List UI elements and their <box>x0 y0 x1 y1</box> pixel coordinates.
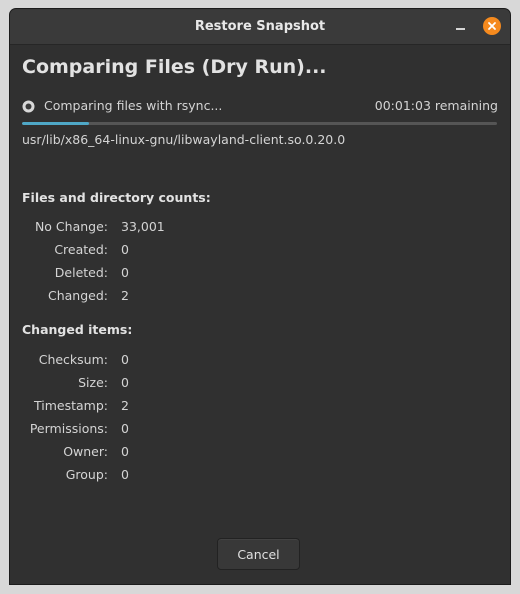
stat-label: Timestamp: <box>34 398 108 413</box>
stat-label: Permissions: <box>29 421 108 436</box>
stat-label: Created: <box>54 242 108 257</box>
changed-items-heading: Changed items: <box>22 322 133 337</box>
cancel-button[interactable]: Cancel <box>217 538 300 570</box>
stat-value: 2 <box>121 288 129 303</box>
stat-value: 0 <box>121 265 129 280</box>
stat-value: 2 <box>121 398 129 413</box>
stat-row-permissions: Permissions: 0 <box>10 421 210 439</box>
minimize-icon[interactable] <box>453 18 469 34</box>
stat-row-deleted: Deleted: 0 <box>10 265 210 283</box>
file-counts-heading: Files and directory counts: <box>22 190 211 205</box>
stat-label: Group: <box>65 467 108 482</box>
progress-bar <box>22 122 497 125</box>
stat-label: Size: <box>78 375 108 390</box>
stat-label: Owner: <box>63 444 108 459</box>
stat-row-owner: Owner: 0 <box>10 444 210 462</box>
stat-value: 33,001 <box>121 219 165 234</box>
time-remaining: 00:01:03 remaining <box>374 98 498 113</box>
titlebar[interactable]: Restore Snapshot <box>10 9 510 45</box>
stat-value: 0 <box>121 242 129 257</box>
restore-snapshot-window: Restore Snapshot Comparing Files (Dry Ru… <box>10 9 510 584</box>
stat-row-no-change: No Change: 33,001 <box>10 219 210 237</box>
stat-value: 0 <box>121 375 129 390</box>
stat-value: 0 <box>121 467 129 482</box>
stat-label: Changed: <box>47 288 108 303</box>
stat-label: No Change: <box>34 219 108 234</box>
stat-row-size: Size: 0 <box>10 375 210 393</box>
progress-bar-fill <box>22 122 89 125</box>
stat-value: 0 <box>121 352 129 367</box>
close-icon[interactable] <box>483 17 501 35</box>
stat-value: 0 <box>121 444 129 459</box>
status-row: Comparing files with rsync... 00:01:03 r… <box>22 98 498 116</box>
stat-value: 0 <box>121 421 129 436</box>
stat-row-changed: Changed: 2 <box>10 288 210 306</box>
stat-label: Checksum: <box>38 352 108 367</box>
status-text: Comparing files with rsync... <box>44 98 223 113</box>
stat-label: Deleted: <box>54 265 108 280</box>
stat-row-timestamp: Timestamp: 2 <box>10 398 210 416</box>
current-file-path: usr/lib/x86_64-linux-gnu/libwayland-clie… <box>22 132 346 147</box>
spinner-icon <box>22 100 35 113</box>
stat-row-checksum: Checksum: 0 <box>10 352 210 370</box>
window-title: Restore Snapshot <box>194 19 326 34</box>
stat-row-group: Group: 0 <box>10 467 210 485</box>
page-title: Comparing Files (Dry Run)... <box>22 56 327 78</box>
stat-row-created: Created: 0 <box>10 242 210 260</box>
